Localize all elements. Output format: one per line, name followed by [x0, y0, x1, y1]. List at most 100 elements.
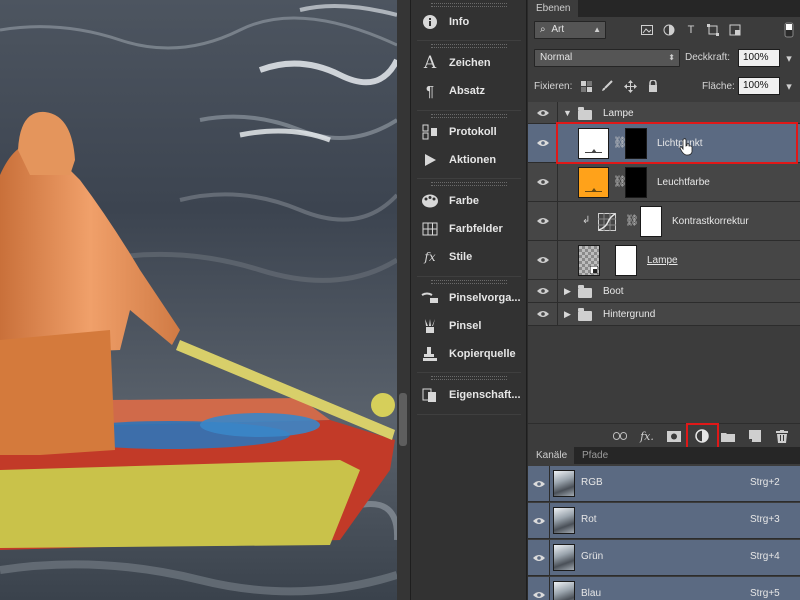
lock-transparent-pixels-icon[interactable]	[579, 79, 593, 93]
opacity-field[interactable]: 100%	[738, 49, 780, 67]
layer-row-lampe-smart[interactable]: Lampe	[528, 241, 800, 280]
clone-source-icon	[419, 344, 441, 364]
chain-link-icon[interactable]: ⛓	[613, 175, 627, 189]
dock-grip[interactable]	[431, 114, 507, 118]
dock-item-brush-presets[interactable]: Pinselvorga...	[419, 285, 525, 311]
visibility-toggle[interactable]	[528, 241, 558, 279]
layer-filter-select[interactable]: ⌕ Art ▲	[534, 21, 606, 39]
swatches-icon	[419, 219, 441, 239]
layer-row-group-lampe[interactable]: ▼ Lampe	[528, 102, 800, 124]
dock-separator	[417, 110, 521, 111]
fill-layer-thumbnail[interactable]	[578, 128, 609, 159]
twirl-down-icon[interactable]: ▼	[563, 108, 572, 118]
dock-item-actions[interactable]: Aktionen	[419, 147, 525, 173]
channel-row-rgb[interactable]: RGB Strg+2	[528, 466, 800, 502]
visibility-toggle[interactable]	[528, 124, 558, 162]
layer-mask-thumbnail[interactable]	[615, 245, 637, 276]
visibility-toggle[interactable]	[528, 202, 558, 240]
layers-panel: Ebenen ⌕ Art ▲ T Normal ⬍ Deckkraft: 100…	[528, 0, 800, 451]
filter-pixel-icon[interactable]	[640, 23, 654, 37]
twirl-right-icon[interactable]: ▶	[564, 309, 571, 320]
dock-item-info[interactable]: Info	[419, 9, 525, 35]
dock-item-label: Eigenschaft...	[449, 389, 521, 401]
visibility-toggle[interactable]	[528, 303, 558, 325]
folder-icon	[578, 107, 592, 120]
filter-type-icon[interactable]: T	[684, 23, 698, 37]
layer-name: Lampe	[603, 108, 634, 119]
layer-mask-thumbnail[interactable]	[625, 128, 647, 159]
layer-mask-thumbnail[interactable]	[625, 167, 647, 198]
opacity-dropdown-arrow-icon[interactable]: ▾	[782, 51, 796, 65]
dock-grip[interactable]	[431, 182, 507, 186]
document-canvas[interactable]	[0, 0, 397, 600]
dock-separator	[417, 276, 521, 277]
twirl-right-icon[interactable]: ▶	[564, 286, 571, 297]
filter-adjustment-icon[interactable]	[662, 23, 676, 37]
channel-row-blue[interactable]: Blau Strg+5	[528, 577, 800, 600]
dock-separator	[417, 40, 521, 41]
new-group-folder-icon[interactable]	[719, 428, 737, 444]
layer-mask-thumbnail[interactable]	[640, 206, 662, 237]
smart-object-thumbnail[interactable]	[578, 245, 600, 276]
tab-layers[interactable]: Ebenen	[528, 0, 579, 17]
lock-position-move-icon[interactable]	[623, 79, 637, 93]
layer-row-leuchtfarbe[interactable]: ⛓ Leuchtfarbe	[528, 163, 800, 202]
filter-toggle-switch[interactable]	[782, 22, 796, 38]
link-layers-icon[interactable]	[611, 428, 629, 444]
visibility-toggle[interactable]	[528, 280, 558, 302]
lock-all-padlock-icon[interactable]	[646, 79, 660, 93]
visibility-toggle[interactable]	[528, 102, 558, 123]
visibility-toggle[interactable]	[528, 503, 550, 539]
filter-shape-icon[interactable]	[706, 23, 720, 37]
dock-item-clone-source[interactable]: Kopierquelle	[419, 341, 525, 367]
new-layer-icon[interactable]	[746, 428, 764, 444]
character-icon: A	[423, 53, 437, 73]
chain-link-icon[interactable]: ⛓	[625, 214, 639, 228]
dock-grip[interactable]	[431, 3, 507, 7]
layer-style-fx-icon[interactable]: fx.	[638, 428, 656, 444]
panel-dock: Info A Zeichen ¶ Absatz Protokoll Aktion…	[410, 0, 527, 600]
tab-channels[interactable]: Kanäle	[528, 447, 574, 464]
layer-row-lichtpunkt[interactable]: ⛓ Lichtpunkt	[528, 124, 800, 163]
canvas-scrollbar-thumb[interactable]	[399, 393, 407, 446]
layer-row-kontrastkorrektur[interactable]: ↲ ⛓ Kontrastkorrektur	[528, 202, 800, 241]
lock-image-pixels-brush-icon[interactable]	[600, 79, 614, 93]
chain-link-icon[interactable]: ⛓	[613, 136, 627, 150]
color-fill-thumbnail[interactable]	[578, 167, 609, 198]
filter-smart-object-icon[interactable]	[728, 23, 742, 37]
channel-row-red[interactable]: Rot Strg+3	[528, 503, 800, 539]
fill-field[interactable]: 100%	[738, 77, 780, 95]
layers-footer-toolbar: fx.	[528, 423, 800, 447]
dock-grip[interactable]	[431, 44, 507, 48]
visibility-toggle[interactable]	[528, 577, 550, 600]
layer-row-group-boot[interactable]: ▶ Boot	[528, 280, 800, 303]
dock-item-label: Pinsel	[449, 320, 482, 332]
eye-icon	[532, 518, 545, 524]
dock-item-brush[interactable]: Pinsel	[419, 313, 525, 339]
dock-item-color[interactable]: Farbe	[419, 188, 525, 214]
add-mask-icon[interactable]	[665, 428, 683, 444]
dock-item-character[interactable]: A Zeichen	[419, 50, 525, 76]
dock-grip[interactable]	[431, 280, 507, 284]
layer-row-group-hintergrund[interactable]: ▶ Hintergrund	[528, 303, 800, 326]
dock-item-swatches[interactable]: Farbfelder	[419, 216, 525, 242]
dock-grip[interactable]	[431, 376, 507, 380]
visibility-toggle[interactable]	[528, 163, 558, 201]
visibility-toggle[interactable]	[528, 466, 550, 502]
visibility-toggle[interactable]	[528, 540, 550, 576]
dock-item-paragraph[interactable]: ¶ Absatz	[419, 78, 525, 104]
channel-row-green[interactable]: Grün Strg+4	[528, 540, 800, 576]
dock-item-styles[interactable]: fx Stile	[419, 244, 525, 270]
blend-mode-select[interactable]: Normal ⬍	[534, 49, 680, 67]
fill-dropdown-arrow-icon[interactable]: ▾	[782, 79, 796, 93]
dock-item-history[interactable]: Protokoll	[419, 119, 525, 145]
delete-layer-trash-icon[interactable]	[773, 428, 791, 444]
tab-paths[interactable]: Pfade	[574, 447, 617, 464]
dock-item-properties[interactable]: Eigenschaft...	[419, 382, 525, 408]
dock-item-label: Info	[449, 16, 470, 28]
brush-icon	[419, 316, 441, 336]
fill-layer-slider-icon	[585, 188, 602, 192]
new-adjustment-layer-icon[interactable]	[693, 428, 711, 444]
canvas-scrollbar-track[interactable]	[397, 0, 410, 600]
curves-adjustment-icon[interactable]	[598, 213, 616, 231]
